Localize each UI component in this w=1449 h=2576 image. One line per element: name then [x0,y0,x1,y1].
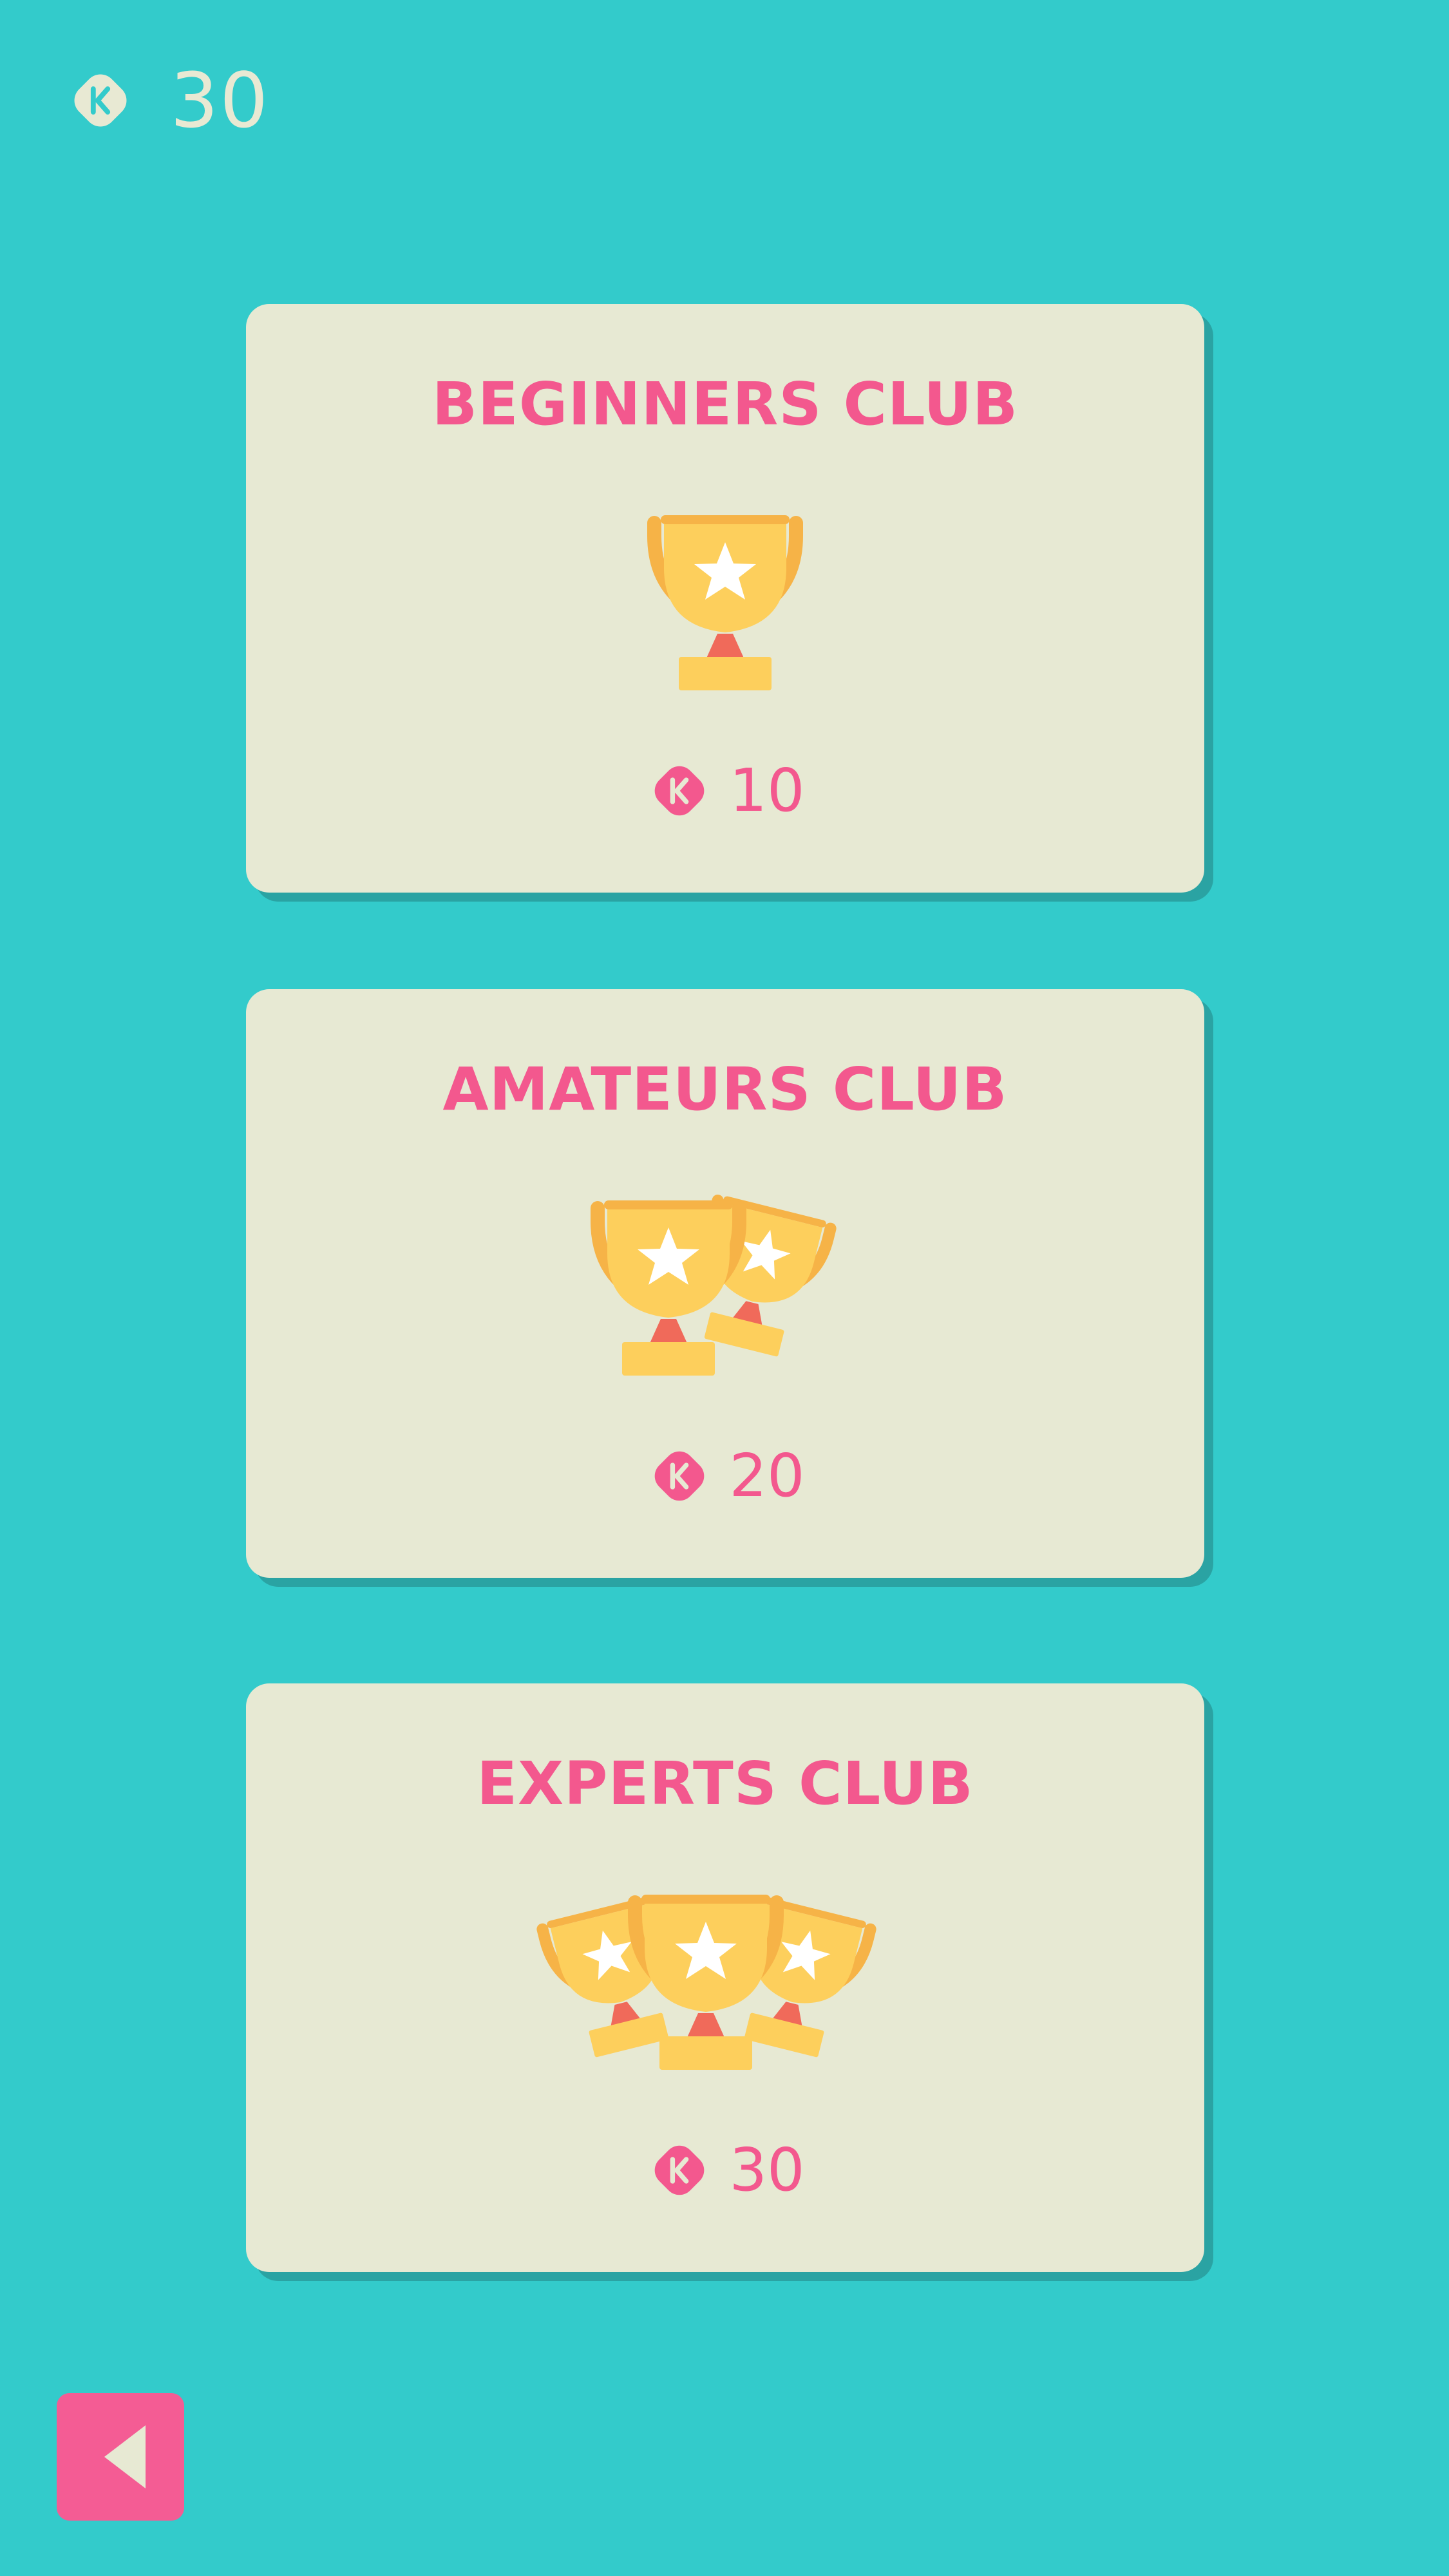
coin-icon [645,1442,714,1510]
trophy-group [246,491,1204,697]
club-price: 20 [246,1440,1204,1512]
price-value: 20 [729,1441,805,1510]
coin-balance: 30 [64,62,269,139]
club-price: 10 [246,755,1204,827]
club-title: EXPERTS CLUB [477,1749,974,1818]
back-arrow-icon [104,2425,146,2488]
trophy-icon [628,1895,784,2070]
club-price: 30 [246,2134,1204,2206]
club-title: BEGINNERS CLUB [431,370,1019,439]
club-card-beginners[interactable]: BEGINNERS CLUB 10 [246,304,1204,893]
trophy-group [246,1870,1204,2076]
price-value: 10 [729,756,805,825]
trophy-group [246,1176,1204,1382]
club-card-experts[interactable]: EXPERTS CLUB 30 [246,1683,1204,2272]
price-value: 30 [729,2136,805,2204]
coin-icon [645,2136,714,2204]
coin-icon [64,64,137,137]
club-title: AMATEURS CLUB [442,1055,1008,1124]
back-button[interactable] [57,2393,184,2521]
trophy-icon [647,515,803,690]
coin-count: 30 [170,56,270,145]
trophy-icon [591,1200,746,1376]
coin-icon [645,757,714,825]
club-card-amateurs[interactable]: AMATEURS CLUB 20 [246,989,1204,1578]
